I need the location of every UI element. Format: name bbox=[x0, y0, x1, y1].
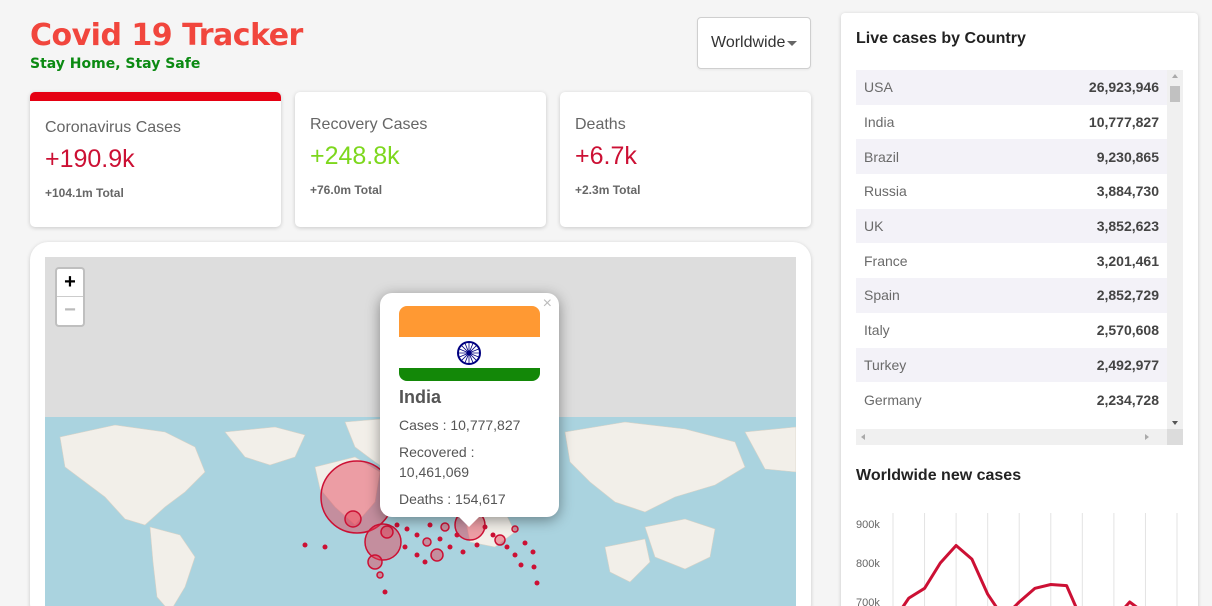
row-country: USA bbox=[864, 79, 893, 96]
scroll-down-icon[interactable] bbox=[1172, 421, 1178, 425]
row-cases: 3,852,623 bbox=[1096, 218, 1159, 235]
y-tick-label: 700k bbox=[856, 597, 880, 606]
new-cases-line bbox=[901, 544, 1138, 606]
row-country: Spain bbox=[864, 287, 900, 304]
row-country: Turkey bbox=[864, 356, 907, 373]
row-cases: 26,923,946 bbox=[1088, 79, 1159, 96]
live-cases-heading: Live cases by Country bbox=[856, 30, 1026, 47]
y-tick-label: 800k bbox=[856, 558, 880, 570]
scroll-left-icon[interactable] bbox=[861, 434, 865, 440]
cases-card[interactable]: Coronavirus Cases +190.9k +104.1m Total bbox=[30, 92, 281, 227]
table-row: Turkey 2,492,977 bbox=[856, 347, 1167, 383]
world-map[interactable]: + − × India Cases: 10,777,827 Recovered… bbox=[45, 257, 796, 606]
scroll-thumb[interactable] bbox=[1170, 86, 1180, 102]
table-row: Spain 2,852,729 bbox=[856, 278, 1167, 313]
scroll-up-icon[interactable] bbox=[1172, 74, 1178, 78]
cases-table-rows: USA 26,923,946 India 10,777,827 Brazil 9,23… bbox=[856, 70, 1183, 417]
ashoka-chakra-icon bbox=[457, 341, 481, 365]
recovered-card-total: +76.0m Total bbox=[310, 183, 383, 197]
row-cases: 2,492,977 bbox=[1096, 356, 1159, 373]
row-cases: 2,234,728 bbox=[1096, 391, 1159, 408]
table-horizontal-scrollbar[interactable] bbox=[856, 429, 1167, 445]
row-country: France bbox=[864, 252, 908, 269]
deaths-card-value: +6.7k bbox=[575, 142, 637, 170]
table-row: India 10,777,827 bbox=[856, 105, 1167, 140]
table-row: Brazil 9,230,865 bbox=[856, 139, 1167, 175]
app-subtitle: Stay Home, Stay Safe bbox=[30, 56, 201, 72]
row-country: Russia bbox=[864, 183, 907, 200]
popup-close-button[interactable]: × bbox=[543, 295, 552, 313]
row-country: Germany bbox=[864, 391, 922, 408]
zoom-control: + − bbox=[55, 267, 85, 327]
country-select-value: Worldwide bbox=[711, 34, 786, 51]
scroll-right-icon[interactable] bbox=[1145, 434, 1149, 440]
map-card: + − × India Cases: 10,777,827 Recovered… bbox=[30, 242, 811, 606]
popup-recovered: Recovered : 10,461,069 bbox=[399, 444, 475, 480]
table-row: Russia 3,884,730 bbox=[856, 174, 1167, 209]
popup-country-name: India bbox=[399, 387, 442, 407]
table-row: USA 26,923,946 bbox=[856, 70, 1167, 105]
country-select[interactable]: Worldwide bbox=[697, 17, 811, 69]
new-cases-chart: 900k 800k 700k bbox=[856, 513, 1178, 606]
y-tick-label: 900k bbox=[856, 519, 880, 531]
cases-card-value: +190.9k bbox=[45, 145, 135, 173]
zoom-out-button[interactable]: − bbox=[57, 297, 83, 325]
chart-heading: Worldwide new cases bbox=[856, 467, 1022, 484]
table-row: Germany 2,234,728 bbox=[856, 382, 1167, 417]
caret-down-icon bbox=[787, 41, 797, 46]
table-row: UK 3,852,623 bbox=[856, 208, 1167, 244]
row-country: Italy bbox=[864, 322, 890, 339]
row-cases: 9,230,865 bbox=[1096, 148, 1159, 165]
cases-table: USA 26,923,946 India 10,777,827 Brazil 9,23… bbox=[856, 70, 1183, 445]
recovered-card-value: +248.8k bbox=[310, 142, 400, 170]
row-country: UK bbox=[864, 218, 884, 235]
table-row: Italy 2,570,608 bbox=[856, 313, 1167, 348]
row-cases: 10,777,827 bbox=[1088, 114, 1159, 131]
popup-deaths: Deaths : 154,617 bbox=[399, 491, 506, 507]
recovered-card-title: Recovery Cases bbox=[310, 116, 428, 133]
table-row: France 3,201,461 bbox=[856, 243, 1167, 278]
cases-card-total: +104.1m Total bbox=[45, 186, 124, 200]
country-popup: × India Cases: 10,777,827 Recovered: 1… bbox=[380, 293, 559, 527]
row-cases: 2,570,608 bbox=[1096, 322, 1159, 339]
row-cases: 3,201,461 bbox=[1096, 252, 1159, 269]
deaths-card[interactable]: Deaths +6.7k +2.3m Total bbox=[560, 92, 811, 227]
cases-card-title: Coronavirus Cases bbox=[45, 119, 182, 136]
row-country: Brazil bbox=[864, 148, 900, 165]
row-cases: 3,884,730 bbox=[1096, 183, 1159, 200]
deaths-card-title: Deaths bbox=[575, 116, 626, 133]
table-vertical-scrollbar[interactable] bbox=[1167, 70, 1183, 429]
app-title: Covid 19 Tracker bbox=[30, 18, 303, 53]
row-country: India bbox=[864, 114, 895, 131]
deaths-card-total: +2.3m Total bbox=[575, 183, 641, 197]
scrollbar-corner bbox=[1167, 429, 1183, 445]
zoom-in-button[interactable]: + bbox=[57, 269, 83, 297]
recovered-card[interactable]: Recovery Cases +248.8k +76.0m Total bbox=[295, 92, 546, 227]
row-cases: 2,852,729 bbox=[1096, 287, 1159, 304]
india-flag-image bbox=[399, 306, 540, 381]
sidebar-card: Live cases by Country USA 26,923,946 Indi… bbox=[841, 13, 1198, 606]
popup-cases: Cases : 10,777,827 bbox=[399, 417, 521, 433]
